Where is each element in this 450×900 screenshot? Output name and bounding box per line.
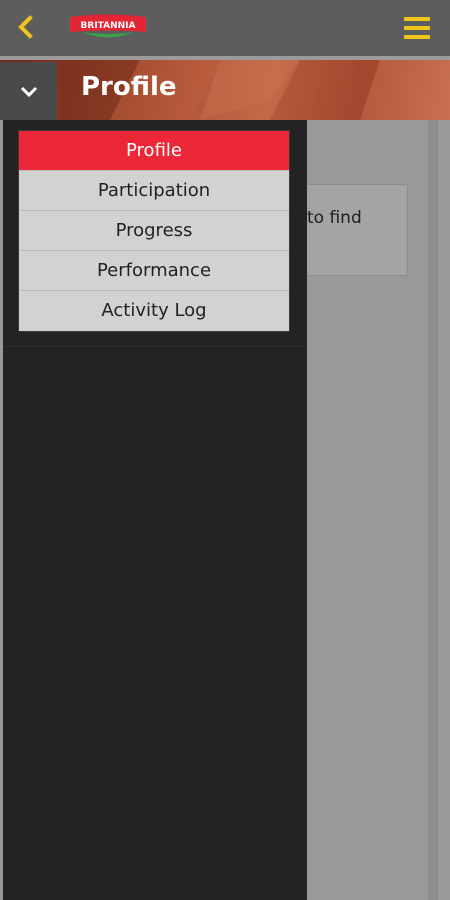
scrollbar-track — [428, 120, 438, 900]
chevron-left-icon — [18, 15, 33, 39]
britannia-logo: BRITANNIA — [68, 12, 148, 42]
menu-item-participation[interactable]: Participation — [19, 171, 289, 211]
content-card — [290, 184, 408, 276]
hamburger-icon — [404, 17, 430, 39]
top-app-bar: BRITANNIA — [0, 0, 450, 56]
card-text: to find — [307, 208, 362, 228]
menu-item-progress[interactable]: Progress — [19, 211, 289, 251]
menu-item-performance[interactable]: Performance — [19, 251, 289, 291]
profile-dropdown-menu: Profile Participation Progress Performan… — [18, 130, 290, 332]
dropdown-toggle-button[interactable] — [0, 62, 57, 120]
page-title: Profile — [81, 72, 177, 102]
title-banner — [0, 60, 450, 120]
menu-item-activity-log[interactable]: Activity Log — [19, 291, 289, 331]
hamburger-menu-button[interactable] — [402, 14, 432, 42]
divider — [3, 346, 307, 347]
menu-item-profile[interactable]: Profile — [19, 131, 289, 171]
back-button[interactable] — [10, 12, 40, 42]
chevron-down-icon — [20, 86, 38, 98]
logo-text: BRITANNIA — [81, 21, 136, 31]
